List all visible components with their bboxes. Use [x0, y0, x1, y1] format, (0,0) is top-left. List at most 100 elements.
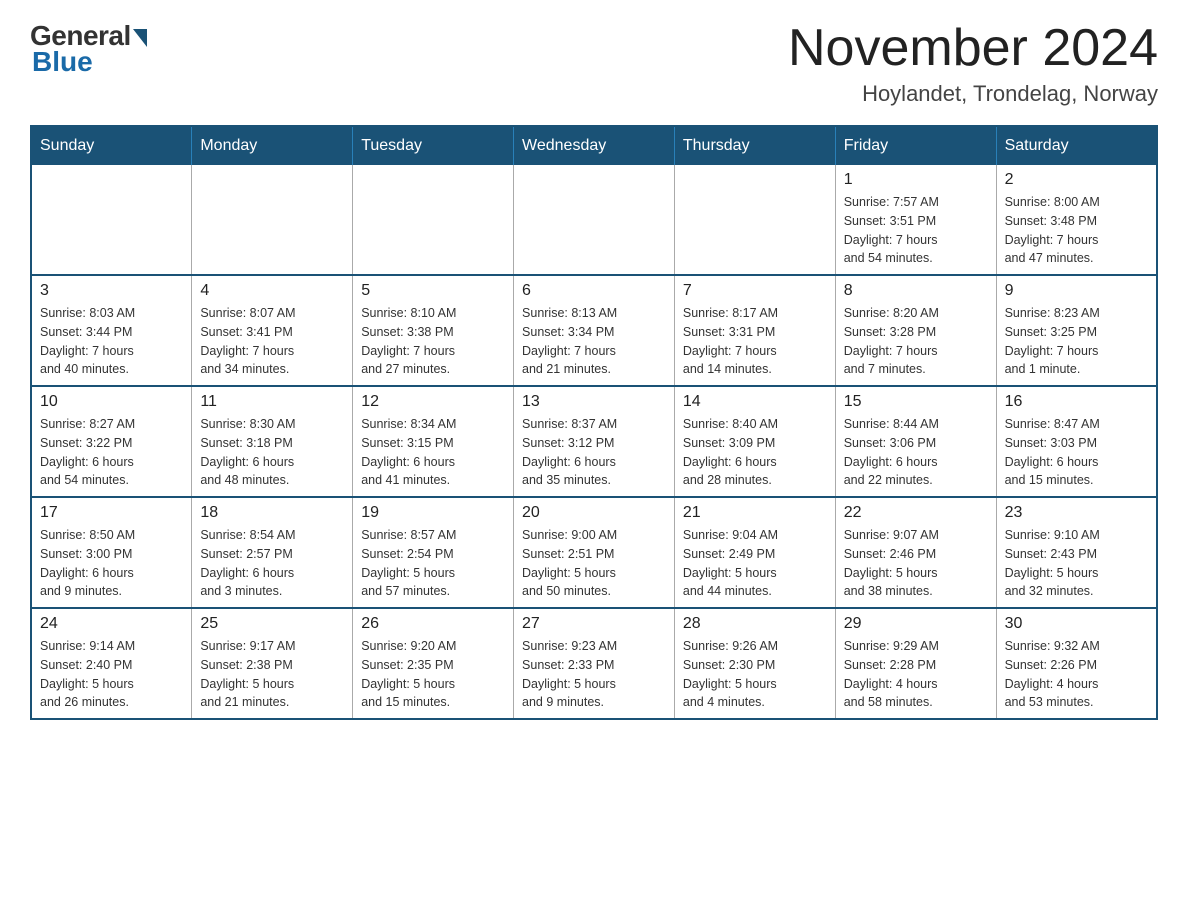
- day-number: 19: [361, 504, 505, 522]
- day-number: 5: [361, 282, 505, 300]
- calendar-cell: 5 Sunrise: 8:10 AM Sunset: 3:38 PM Daylig…: [353, 275, 514, 386]
- day-info: Sunrise: 8:40 AM Sunset: 3:09 PM Dayligh…: [683, 415, 827, 490]
- title-block: November 2024 Hoylandet, Trondelag, Norw…: [788, 20, 1158, 107]
- day-info: Sunrise: 8:27 AM Sunset: 3:22 PM Dayligh…: [40, 415, 183, 490]
- calendar-cell: 13 Sunrise: 8:37 AM Sunset: 3:12 PM Dayli…: [514, 386, 675, 497]
- day-info: Sunrise: 8:54 AM Sunset: 2:57 PM Dayligh…: [200, 526, 344, 601]
- calendar-week-row: 24 Sunrise: 9:14 AM Sunset: 2:40 PM Dayli…: [31, 608, 1157, 719]
- page-header: General Blue November 2024 Hoylandet, Tr…: [30, 20, 1158, 107]
- weekday-header-thursday: Thursday: [674, 126, 835, 165]
- calendar-cell: 25Sunrise: 9:17 AM Sunset: 2:38 PM Dayli…: [192, 608, 353, 719]
- day-info: Sunrise: 9:29 AM Sunset: 2:28 PM Dayligh…: [844, 637, 988, 712]
- logo: General Blue: [30, 20, 147, 78]
- day-info: Sunrise: 8:23 AM Sunset: 3:25 PM Dayligh…: [1005, 304, 1148, 379]
- calendar-cell: 22Sunrise: 9:07 AM Sunset: 2:46 PM Dayli…: [835, 497, 996, 608]
- logo-blue-text: Blue: [32, 46, 93, 78]
- calendar-cell: 16 Sunrise: 8:47 AM Sunset: 3:03 PM Dayli…: [996, 386, 1157, 497]
- day-number: 30: [1005, 615, 1148, 633]
- weekday-header-sunday: Sunday: [31, 126, 192, 165]
- calendar-cell: 1Sunrise: 7:57 AM Sunset: 3:51 PM Daylig…: [835, 165, 996, 275]
- month-year-title: November 2024: [788, 20, 1158, 77]
- calendar-cell: 29 Sunrise: 9:29 AM Sunset: 2:28 PM Dayli…: [835, 608, 996, 719]
- calendar-cell: 11 Sunrise: 8:30 AM Sunset: 3:18 PM Dayli…: [192, 386, 353, 497]
- day-number: 15: [844, 393, 988, 411]
- calendar-cell: 20 Sunrise: 9:00 AM Sunset: 2:51 PM Dayli…: [514, 497, 675, 608]
- day-info: Sunrise: 9:32 AM Sunset: 2:26 PM Dayligh…: [1005, 637, 1148, 712]
- day-info: Sunrise: 9:04 AM Sunset: 2:49 PM Dayligh…: [683, 526, 827, 601]
- day-info: Sunrise: 9:00 AM Sunset: 2:51 PM Dayligh…: [522, 526, 666, 601]
- day-number: 26: [361, 615, 505, 633]
- calendar-week-row: 10 Sunrise: 8:27 AM Sunset: 3:22 PM Dayli…: [31, 386, 1157, 497]
- calendar-cell: 26Sunrise: 9:20 AM Sunset: 2:35 PM Dayli…: [353, 608, 514, 719]
- calendar-cell: 30 Sunrise: 9:32 AM Sunset: 2:26 PM Dayli…: [996, 608, 1157, 719]
- day-number: 16: [1005, 393, 1148, 411]
- calendar-cell: 21Sunrise: 9:04 AM Sunset: 2:49 PM Dayli…: [674, 497, 835, 608]
- calendar-cell: 18 Sunrise: 8:54 AM Sunset: 2:57 PM Dayli…: [192, 497, 353, 608]
- day-info: Sunrise: 8:10 AM Sunset: 3:38 PM Dayligh…: [361, 304, 505, 379]
- weekday-header-friday: Friday: [835, 126, 996, 165]
- calendar-cell: 23 Sunrise: 9:10 AM Sunset: 2:43 PM Dayli…: [996, 497, 1157, 608]
- day-number: 25: [200, 615, 344, 633]
- calendar-cell: 7Sunrise: 8:17 AM Sunset: 3:31 PM Daylig…: [674, 275, 835, 386]
- day-number: 24: [40, 615, 183, 633]
- weekday-header-wednesday: Wednesday: [514, 126, 675, 165]
- day-info: Sunrise: 8:30 AM Sunset: 3:18 PM Dayligh…: [200, 415, 344, 490]
- day-info: Sunrise: 9:14 AM Sunset: 2:40 PM Dayligh…: [40, 637, 183, 712]
- calendar-cell: 28Sunrise: 9:26 AM Sunset: 2:30 PM Dayli…: [674, 608, 835, 719]
- day-number: 3: [40, 282, 183, 300]
- day-number: 11: [200, 393, 344, 411]
- day-info: Sunrise: 8:07 AM Sunset: 3:41 PM Dayligh…: [200, 304, 344, 379]
- logo-arrow-icon: [133, 29, 147, 47]
- day-number: 18: [200, 504, 344, 522]
- day-number: 14: [683, 393, 827, 411]
- calendar-week-row: 3 Sunrise: 8:03 AM Sunset: 3:44 PM Daylig…: [31, 275, 1157, 386]
- day-info: Sunrise: 8:50 AM Sunset: 3:00 PM Dayligh…: [40, 526, 183, 601]
- day-number: 29: [844, 615, 988, 633]
- day-info: Sunrise: 8:03 AM Sunset: 3:44 PM Dayligh…: [40, 304, 183, 379]
- day-number: 17: [40, 504, 183, 522]
- calendar-cell: 6 Sunrise: 8:13 AM Sunset: 3:34 PM Daylig…: [514, 275, 675, 386]
- day-info: Sunrise: 9:10 AM Sunset: 2:43 PM Dayligh…: [1005, 526, 1148, 601]
- day-info: Sunrise: 9:23 AM Sunset: 2:33 PM Dayligh…: [522, 637, 666, 712]
- day-number: 8: [844, 282, 988, 300]
- calendar-cell: [31, 165, 192, 275]
- day-info: Sunrise: 8:37 AM Sunset: 3:12 PM Dayligh…: [522, 415, 666, 490]
- day-info: Sunrise: 8:47 AM Sunset: 3:03 PM Dayligh…: [1005, 415, 1148, 490]
- calendar-cell: 27 Sunrise: 9:23 AM Sunset: 2:33 PM Dayli…: [514, 608, 675, 719]
- calendar-cell: [514, 165, 675, 275]
- day-number: 10: [40, 393, 183, 411]
- day-number: 2: [1005, 171, 1148, 189]
- day-info: Sunrise: 8:57 AM Sunset: 2:54 PM Dayligh…: [361, 526, 505, 601]
- calendar-cell: 12Sunrise: 8:34 AM Sunset: 3:15 PM Dayli…: [353, 386, 514, 497]
- day-number: 4: [200, 282, 344, 300]
- calendar-week-row: 17 Sunrise: 8:50 AM Sunset: 3:00 PM Dayli…: [31, 497, 1157, 608]
- day-number: 6: [522, 282, 666, 300]
- calendar-cell: 14 Sunrise: 8:40 AM Sunset: 3:09 PM Dayli…: [674, 386, 835, 497]
- day-info: Sunrise: 9:07 AM Sunset: 2:46 PM Dayligh…: [844, 526, 988, 601]
- day-info: Sunrise: 9:26 AM Sunset: 2:30 PM Dayligh…: [683, 637, 827, 712]
- day-info: Sunrise: 8:44 AM Sunset: 3:06 PM Dayligh…: [844, 415, 988, 490]
- day-number: 27: [522, 615, 666, 633]
- calendar-cell: [192, 165, 353, 275]
- day-number: 12: [361, 393, 505, 411]
- weekday-header-saturday: Saturday: [996, 126, 1157, 165]
- day-info: Sunrise: 8:00 AM Sunset: 3:48 PM Dayligh…: [1005, 193, 1148, 268]
- day-info: Sunrise: 7:57 AM Sunset: 3:51 PM Dayligh…: [844, 193, 988, 268]
- weekday-header-tuesday: Tuesday: [353, 126, 514, 165]
- day-info: Sunrise: 8:20 AM Sunset: 3:28 PM Dayligh…: [844, 304, 988, 379]
- calendar-cell: [674, 165, 835, 275]
- calendar-table: SundayMondayTuesdayWednesdayThursdayFrid…: [30, 125, 1158, 720]
- calendar-cell: 17 Sunrise: 8:50 AM Sunset: 3:00 PM Dayli…: [31, 497, 192, 608]
- calendar-cell: [353, 165, 514, 275]
- calendar-cell: 4 Sunrise: 8:07 AM Sunset: 3:41 PM Daylig…: [192, 275, 353, 386]
- day-number: 9: [1005, 282, 1148, 300]
- day-number: 23: [1005, 504, 1148, 522]
- day-number: 13: [522, 393, 666, 411]
- day-info: Sunrise: 8:17 AM Sunset: 3:31 PM Dayligh…: [683, 304, 827, 379]
- calendar-cell: 15 Sunrise: 8:44 AM Sunset: 3:06 PM Dayli…: [835, 386, 996, 497]
- day-info: Sunrise: 8:13 AM Sunset: 3:34 PM Dayligh…: [522, 304, 666, 379]
- location-text: Hoylandet, Trondelag, Norway: [788, 81, 1158, 107]
- calendar-cell: 24 Sunrise: 9:14 AM Sunset: 2:40 PM Dayli…: [31, 608, 192, 719]
- day-number: 20: [522, 504, 666, 522]
- calendar-header-row: SundayMondayTuesdayWednesdayThursdayFrid…: [31, 126, 1157, 165]
